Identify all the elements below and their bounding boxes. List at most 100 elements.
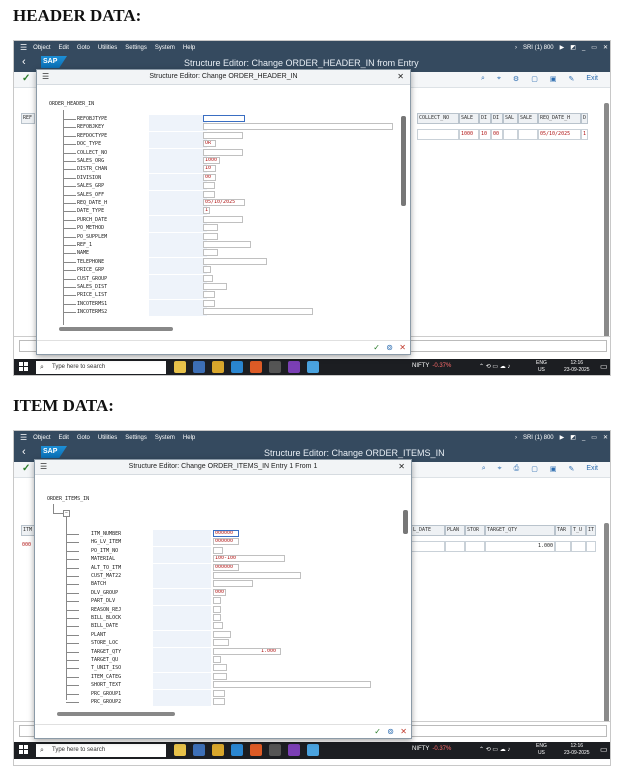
notification-icon[interactable]: ▭ — [600, 745, 608, 754]
sap-logon-icon[interactable] — [269, 361, 281, 373]
field-value-input[interactable] — [203, 274, 213, 282]
clock[interactable]: 12:16 23-09-2025 — [564, 360, 590, 374]
field-value-input[interactable] — [203, 266, 211, 274]
grid-cell[interactable]: 1 — [581, 129, 588, 140]
window-icon[interactable]: ▢ — [531, 465, 538, 473]
grid-cell[interactable]: 05/10/2025 — [538, 129, 581, 140]
field-value-input[interactable] — [203, 190, 215, 198]
field-value-input[interactable]: 1.000 — [213, 647, 281, 655]
cancel-icon[interactable]: ✕ — [400, 727, 407, 736]
field-value-input[interactable] — [203, 241, 251, 248]
field-value-input[interactable]: 10 — [203, 165, 216, 173]
field-value-input[interactable] — [203, 257, 267, 265]
clock[interactable]: 12:16 23-09-2025 — [564, 743, 590, 757]
grid-cell[interactable] — [411, 541, 445, 552]
menu-object[interactable]: Object — [33, 435, 50, 441]
files-icon[interactable] — [193, 744, 205, 756]
tools-icon[interactable]: ✎ — [568, 465, 574, 473]
field-value-input[interactable]: 00 — [203, 173, 216, 181]
grid-cell[interactable] — [555, 541, 571, 552]
menu-system[interactable]: System — [155, 45, 175, 51]
field-value-input[interactable] — [213, 580, 253, 588]
field-value-input[interactable] — [213, 681, 371, 689]
field-value-input[interactable] — [213, 622, 223, 630]
back-icon[interactable]: ‹ — [22, 446, 26, 458]
field-value-input[interactable] — [213, 664, 227, 672]
menu-settings[interactable]: Settings — [125, 435, 147, 441]
field-value-input[interactable] — [203, 115, 245, 122]
field-value-input[interactable] — [203, 148, 243, 156]
dialog-horizontal-scrollbar[interactable] — [59, 327, 173, 331]
customize-icon[interactable]: ◩ — [570, 434, 576, 441]
help-icon[interactable]: ⊚ — [387, 727, 394, 736]
field-value-input[interactable]: 000000 — [213, 563, 239, 571]
field-value-input[interactable] — [203, 299, 215, 307]
grid-cell[interactable]: 1000 — [459, 129, 479, 140]
grid-cell[interactable]: 1.000 — [485, 541, 555, 552]
field-value-input[interactable] — [213, 639, 229, 647]
dialog-vertical-scrollbar[interactable] — [403, 510, 408, 534]
check-icon[interactable]: ✓ — [373, 343, 380, 352]
field-value-input[interactable] — [203, 123, 393, 131]
menu-object[interactable]: Object — [33, 45, 50, 51]
field-value-input[interactable]: 000000 — [213, 530, 239, 537]
maximize-icon[interactable]: ▭ — [591, 44, 597, 51]
layout-icon[interactable]: ▣ — [550, 75, 557, 83]
cloud-icon[interactable] — [307, 361, 319, 373]
print-icon[interactable]: ⎙ — [514, 465, 520, 473]
play-icon[interactable]: ▶ — [560, 434, 565, 441]
help-icon[interactable]: ⊚ — [386, 343, 393, 352]
task-view-icon[interactable] — [174, 361, 186, 373]
edge-icon[interactable] — [231, 744, 243, 756]
field-value-input[interactable] — [213, 597, 221, 605]
layout-icon[interactable]: ▣ — [550, 465, 557, 473]
check-icon[interactable]: ✓ — [22, 463, 30, 474]
grid-cell[interactable] — [417, 129, 459, 140]
files-icon[interactable] — [193, 361, 205, 373]
field-value-input[interactable] — [213, 656, 221, 663]
close-icon[interactable]: ✕ — [603, 434, 608, 441]
field-value-input[interactable] — [213, 630, 231, 638]
grid-cell[interactable] — [571, 541, 586, 552]
close-icon[interactable]: ✕ — [603, 44, 608, 51]
onenote-icon[interactable] — [288, 361, 300, 373]
chevron-right-icon[interactable]: › — [515, 45, 517, 51]
menu-edit[interactable]: Edit — [59, 45, 69, 51]
field-value-input[interactable] — [203, 131, 243, 139]
menu-goto[interactable]: Goto — [77, 45, 90, 51]
field-value-input[interactable] — [213, 672, 227, 680]
menu-settings[interactable]: Settings — [125, 45, 147, 51]
close-icon[interactable]: ✕ — [398, 462, 405, 471]
chevron-right-icon[interactable]: › — [515, 435, 517, 441]
field-value-input[interactable] — [203, 308, 313, 316]
exit-button[interactable]: Exit — [586, 465, 598, 473]
grid-cell[interactable] — [586, 541, 596, 552]
find-icon[interactable]: ⌕ — [482, 465, 486, 473]
field-value-input[interactable]: 000 — [213, 588, 226, 596]
folder-icon[interactable] — [212, 744, 224, 756]
field-value-input[interactable] — [213, 605, 221, 613]
onenote-icon[interactable] — [288, 744, 300, 756]
chrome-icon[interactable] — [250, 361, 262, 373]
find-next-icon[interactable]: ⌖ — [497, 75, 501, 83]
edge-icon[interactable] — [231, 361, 243, 373]
cloud-icon[interactable] — [307, 744, 319, 756]
menu-system[interactable]: System — [155, 435, 175, 441]
windows-start-icon[interactable] — [19, 745, 29, 755]
settings-icon[interactable]: ⚙ — [513, 75, 519, 83]
field-value-input[interactable]: 1 — [203, 207, 210, 215]
field-value-input[interactable] — [213, 572, 301, 579]
back-icon[interactable]: ‹ — [22, 56, 26, 68]
minimize-icon[interactable]: _ — [582, 435, 585, 441]
exit-button[interactable]: Exit — [586, 75, 598, 83]
field-value-input[interactable] — [203, 291, 215, 299]
play-icon[interactable]: ▶ — [560, 44, 565, 51]
folder-icon[interactable] — [212, 361, 224, 373]
collapse-icon[interactable]: − — [63, 510, 70, 517]
nifty-widget[interactable]: NIFTY -0.37% — [412, 746, 451, 752]
main-vertical-scrollbar[interactable] — [604, 523, 609, 731]
window-icon[interactable]: ▢ — [531, 75, 538, 83]
chrome-icon[interactable] — [250, 744, 262, 756]
dialog-horizontal-scrollbar[interactable] — [57, 712, 175, 716]
field-value-input[interactable]: 1000 — [203, 157, 220, 164]
